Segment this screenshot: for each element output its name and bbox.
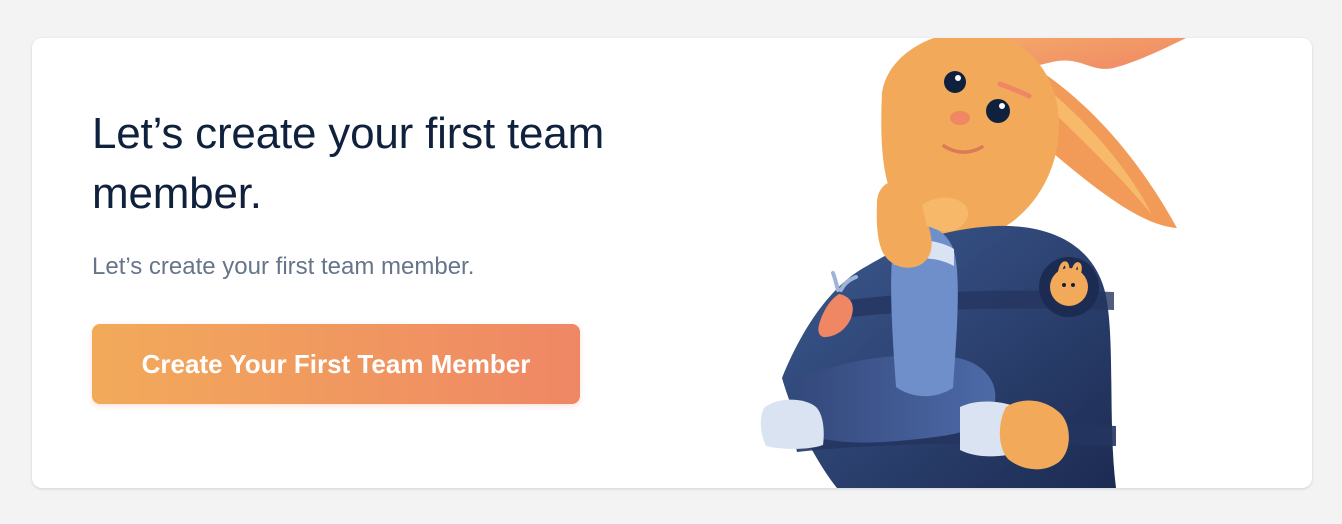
thinking-rabbit-illustration — [760, 38, 1186, 488]
empty-state-description: Let’s create your first team member. — [92, 253, 475, 280]
rabbit-nose — [950, 111, 970, 125]
empty-state-content: Let’s create your first team member. Let… — [92, 104, 652, 404]
create-first-team-member-button[interactable]: Create Your First Team Member — [92, 324, 580, 404]
rabbit-sleeve-cuff — [760, 399, 824, 449]
empty-state-title: Let’s create your first team member. — [92, 109, 605, 218]
empty-state-card: Let’s create your first team member. Let… — [32, 38, 1312, 488]
rabbit-eye-left — [944, 71, 966, 93]
rabbit-eye-right — [986, 99, 1010, 123]
